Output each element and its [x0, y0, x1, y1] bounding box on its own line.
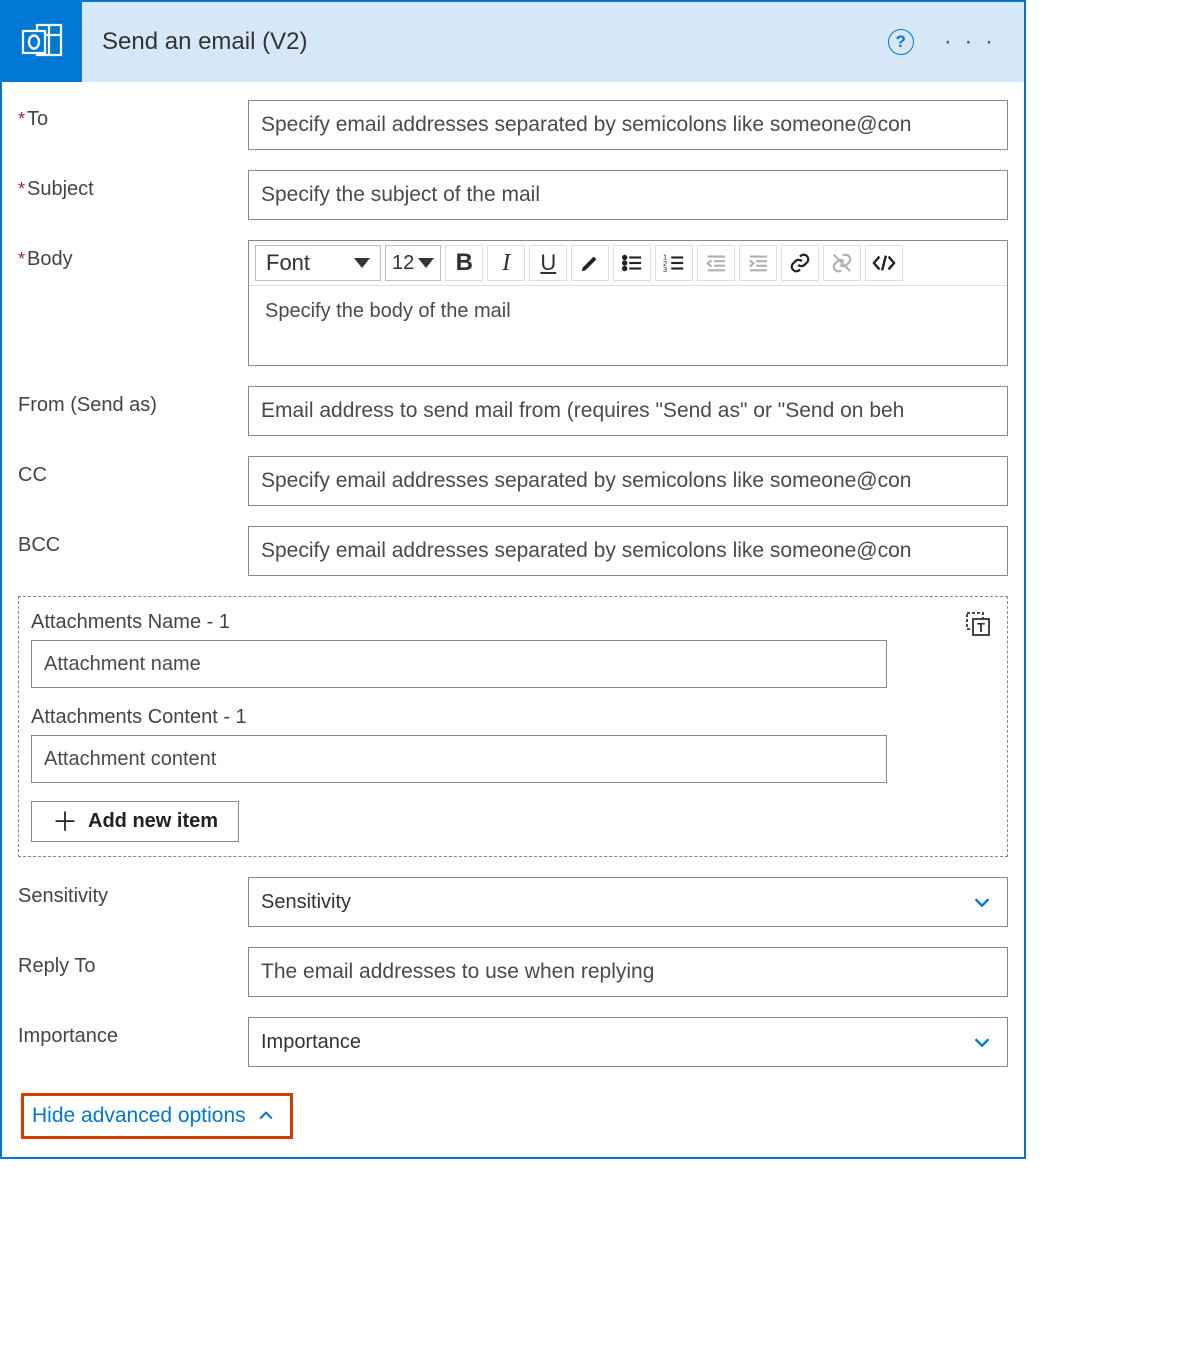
sensitivity-select[interactable]: Sensitivity — [248, 877, 1008, 927]
card-title: Send an email (V2) — [82, 28, 888, 56]
attachment-name-input[interactable] — [31, 640, 887, 688]
card-header: Send an email (V2) ? · · · — [2, 2, 1024, 82]
from-input[interactable] — [248, 386, 1008, 436]
caret-down-icon — [354, 258, 370, 268]
send-email-card: Send an email (V2) ? · · · To Subject Bo… — [0, 0, 1026, 1159]
bullet-list-button[interactable] — [613, 245, 651, 281]
from-label: From (Send as) — [18, 386, 248, 417]
add-new-item-button[interactable]: ＋ Add new item — [31, 801, 239, 842]
replyto-input[interactable] — [248, 947, 1008, 997]
link-button[interactable] — [781, 245, 819, 281]
attachment-content-input[interactable] — [31, 735, 887, 783]
importance-label: Importance — [18, 1017, 248, 1048]
replyto-label: Reply To — [18, 947, 248, 978]
outlook-icon — [2, 2, 82, 82]
svg-text:T: T — [977, 620, 985, 635]
help-icon[interactable]: ? — [888, 29, 914, 55]
hide-advanced-options-link[interactable]: Hide advanced options — [21, 1093, 293, 1139]
attachments-section: T Attachments Name - 1 Attachments Conte… — [18, 596, 1008, 857]
italic-button[interactable]: I — [487, 245, 525, 281]
indent-button[interactable] — [739, 245, 777, 281]
to-label: To — [18, 100, 248, 131]
importance-select[interactable]: Importance — [248, 1017, 1008, 1067]
chevron-up-icon — [256, 1106, 276, 1126]
sensitivity-label: Sensitivity — [18, 877, 248, 908]
font-color-button[interactable] — [571, 245, 609, 281]
chevron-down-icon — [971, 891, 993, 913]
svg-text:3: 3 — [663, 265, 667, 274]
font-family-select[interactable]: Font — [255, 245, 381, 281]
cc-input[interactable] — [248, 456, 1008, 506]
subject-input[interactable] — [248, 170, 1008, 220]
number-list-button[interactable]: 1 2 3 — [655, 245, 693, 281]
to-input[interactable] — [248, 100, 1008, 150]
bold-button[interactable]: B — [445, 245, 483, 281]
caret-down-icon — [418, 258, 434, 268]
switch-mode-icon[interactable]: T — [965, 611, 991, 643]
body-label: Body — [18, 240, 248, 271]
more-menu-icon[interactable]: · · · — [944, 28, 996, 56]
font-size-select[interactable]: 12 — [385, 245, 441, 281]
cc-label: CC — [18, 456, 248, 487]
body-richtext: Font 12 B I U — [248, 240, 1008, 366]
bcc-input[interactable] — [248, 526, 1008, 576]
subject-label: Subject — [18, 170, 248, 201]
body-toolbar: Font 12 B I U — [249, 241, 1007, 286]
chevron-down-icon — [971, 1031, 993, 1053]
attachment-content-label: Attachments Content - 1 — [31, 706, 251, 729]
body-input[interactable]: Specify the body of the mail — [249, 286, 1007, 365]
underline-button[interactable]: U — [529, 245, 567, 281]
code-view-button[interactable] — [865, 245, 903, 281]
unlink-button[interactable] — [823, 245, 861, 281]
outdent-button[interactable] — [697, 245, 735, 281]
attachment-name-label: Attachments Name - 1 — [31, 611, 995, 634]
bcc-label: BCC — [18, 526, 248, 557]
